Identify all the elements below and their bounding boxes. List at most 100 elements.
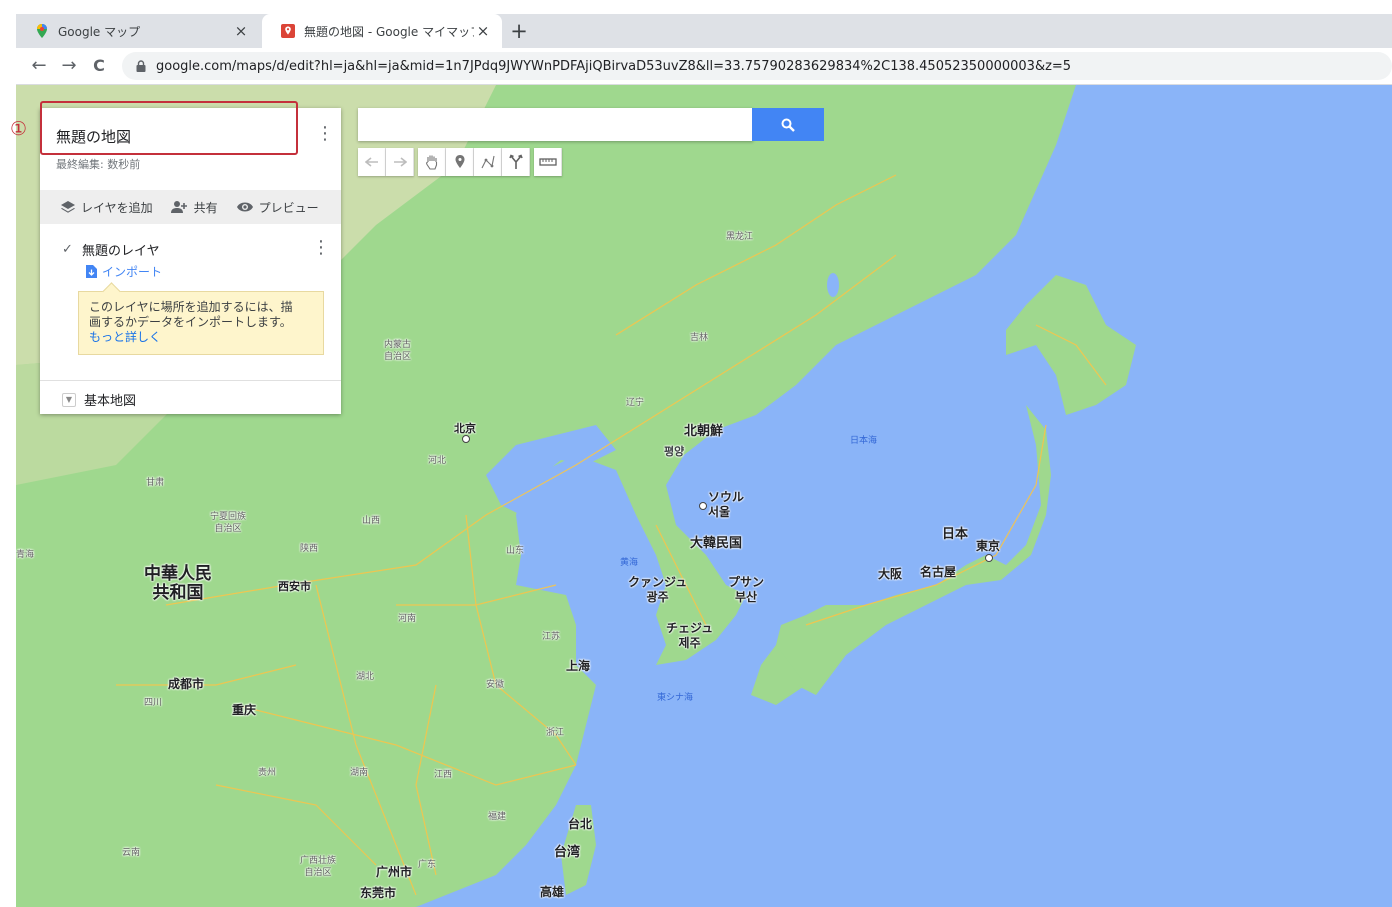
panel-actions: レイヤを追加 共有 プレビュー [40, 190, 341, 224]
add-layer-label: レイヤを追加 [81, 200, 153, 215]
lock-icon [136, 60, 146, 72]
tab-my-maps[interactable]: 無題の地図 - Google マイマップ × [262, 14, 502, 48]
tooltip-text: このレイヤに場所を追加するには、描 [89, 300, 293, 314]
directions-icon [508, 154, 523, 169]
undo-icon [364, 157, 378, 167]
search-input[interactable] [358, 108, 753, 141]
search-icon [781, 118, 795, 132]
layer-options-kebab-icon[interactable]: ⋮ [312, 239, 330, 257]
new-tab-button[interactable]: + [506, 18, 532, 44]
label-province: 福建 [488, 812, 507, 822]
drawing-toolbar [358, 148, 562, 176]
draw-line-icon [481, 155, 495, 169]
label-gwangju: クァンジュ 광주 [628, 575, 688, 604]
city-dot [985, 554, 993, 562]
annotation-highlight-box [40, 101, 298, 155]
label-province: 安徽 [486, 680, 505, 690]
label-province: 内蒙古 自治区 [384, 340, 412, 362]
label-province: 江西 [434, 770, 453, 780]
label-beijing: 北京 [454, 422, 476, 435]
tab-strip: Google マップ × 無題の地図 - Google マイマップ × + [16, 14, 1392, 48]
search-button[interactable] [752, 108, 824, 141]
city-dot [699, 502, 707, 510]
label-busan: プサン 부산 [728, 575, 765, 604]
tab-close-icon[interactable]: × [474, 22, 492, 40]
label-province: 吉林 [690, 333, 709, 343]
label-north-korea: 北朝鮮 [684, 424, 724, 439]
label-province: 江苏 [542, 632, 561, 642]
tab-google-maps[interactable]: Google マップ × [16, 14, 260, 48]
label-province: 山西 [362, 516, 381, 526]
label-province: 湖北 [356, 672, 375, 682]
label-east-china-sea: 東シナ海 [657, 693, 694, 703]
back-button[interactable]: ← [28, 56, 50, 76]
label-province: 辽宁 [626, 398, 645, 408]
label-province: 山东 [506, 546, 525, 556]
label-province: 陕西 [300, 544, 319, 554]
url-text: google.com/maps/d/edit?hl=ja&hl=ja&mid=1… [156, 58, 1072, 74]
redo-icon [393, 157, 407, 167]
layers-icon [61, 201, 75, 213]
label-province: 广东 [418, 860, 437, 870]
divider [40, 380, 341, 381]
label-province: 广西壮族 自治区 [300, 856, 337, 878]
tab-title: 無題の地図 - Google マイマップ [304, 24, 474, 39]
label-nagoya: 名古屋 [920, 565, 957, 579]
base-map-item[interactable]: ▼ 基本地図 [62, 390, 136, 409]
share-button[interactable]: 共有 [170, 199, 218, 216]
learn-more-link[interactable]: もっと詳しく [89, 330, 313, 345]
label-province: 河南 [398, 614, 417, 624]
label-province: 云南 [122, 848, 141, 858]
preview-label: プレビュー [258, 200, 319, 215]
label-japan-sea: 日本海 [850, 436, 878, 446]
select-hand-button[interactable] [418, 148, 446, 176]
tooltip-text: 画するかデータをインポートします。 [89, 315, 292, 329]
label-province: 宁夏回族 自治区 [210, 512, 247, 534]
layer-hint-tooltip: このレイヤに場所を追加するには、描 画するかデータをインポートします。 もっと詳… [78, 291, 324, 355]
label-south-korea: 大韓民国 [690, 536, 743, 551]
eye-icon [236, 202, 253, 212]
address-bar: ← → C google.com/maps/d/edit?hl=ja&hl=ja… [16, 48, 1392, 85]
redo-button[interactable] [386, 148, 414, 176]
label-seoul: ソウル 서울 [708, 490, 745, 519]
undo-button[interactable] [358, 148, 386, 176]
my-maps-icon [281, 24, 295, 38]
label-dongguan: 东莞市 [360, 886, 397, 900]
label-china: 中華人民 共和国 [144, 564, 212, 603]
directions-button[interactable] [502, 148, 530, 176]
label-province: 青海 [16, 550, 35, 560]
label-taipei: 台北 [568, 817, 593, 831]
label-osaka: 大阪 [878, 567, 903, 581]
last-edited-text: 最終編集: 数秒前 [56, 158, 141, 171]
label-pyongyang: 평양 [664, 445, 685, 458]
reload-button[interactable]: C [88, 56, 110, 76]
label-province: 湖南 [350, 768, 369, 778]
hand-icon [425, 155, 437, 170]
layer-name[interactable]: 無題のレイヤ [82, 240, 160, 259]
google-maps-pin-icon [37, 24, 47, 38]
marker-icon [455, 155, 464, 168]
map-options-kebab-icon[interactable]: ⋮ [316, 125, 334, 143]
annotation-number: ① [10, 118, 28, 140]
label-guangzhou: 广州市 [376, 865, 413, 879]
layer-item[interactable]: ✓ 無題のレイヤ [62, 240, 160, 260]
add-person-icon [170, 201, 187, 213]
label-province: 四川 [144, 698, 163, 708]
forward-button[interactable]: → [58, 56, 80, 76]
draw-line-button[interactable] [474, 148, 502, 176]
label-chengdu: 成都市 [168, 677, 205, 691]
share-label: 共有 [193, 200, 218, 215]
layer-checkbox[interactable]: ✓ [62, 243, 74, 256]
add-marker-button[interactable] [446, 148, 474, 176]
measure-button[interactable] [534, 148, 562, 176]
label-jeju: チェジュ 제주 [666, 621, 714, 650]
import-link[interactable]: インポート [86, 263, 162, 280]
tab-close-icon[interactable]: × [232, 22, 250, 40]
omnibox[interactable]: google.com/maps/d/edit?hl=ja&hl=ja&mid=1… [122, 52, 1392, 80]
label-tokyo: 東京 [976, 539, 1001, 553]
preview-button[interactable]: プレビュー [236, 199, 319, 216]
add-layer-button[interactable]: レイヤを追加 [60, 199, 153, 216]
chevron-down-icon[interactable]: ▼ [62, 392, 76, 407]
label-japan: 日本 [942, 527, 969, 542]
tab-title: Google マップ [58, 24, 141, 39]
